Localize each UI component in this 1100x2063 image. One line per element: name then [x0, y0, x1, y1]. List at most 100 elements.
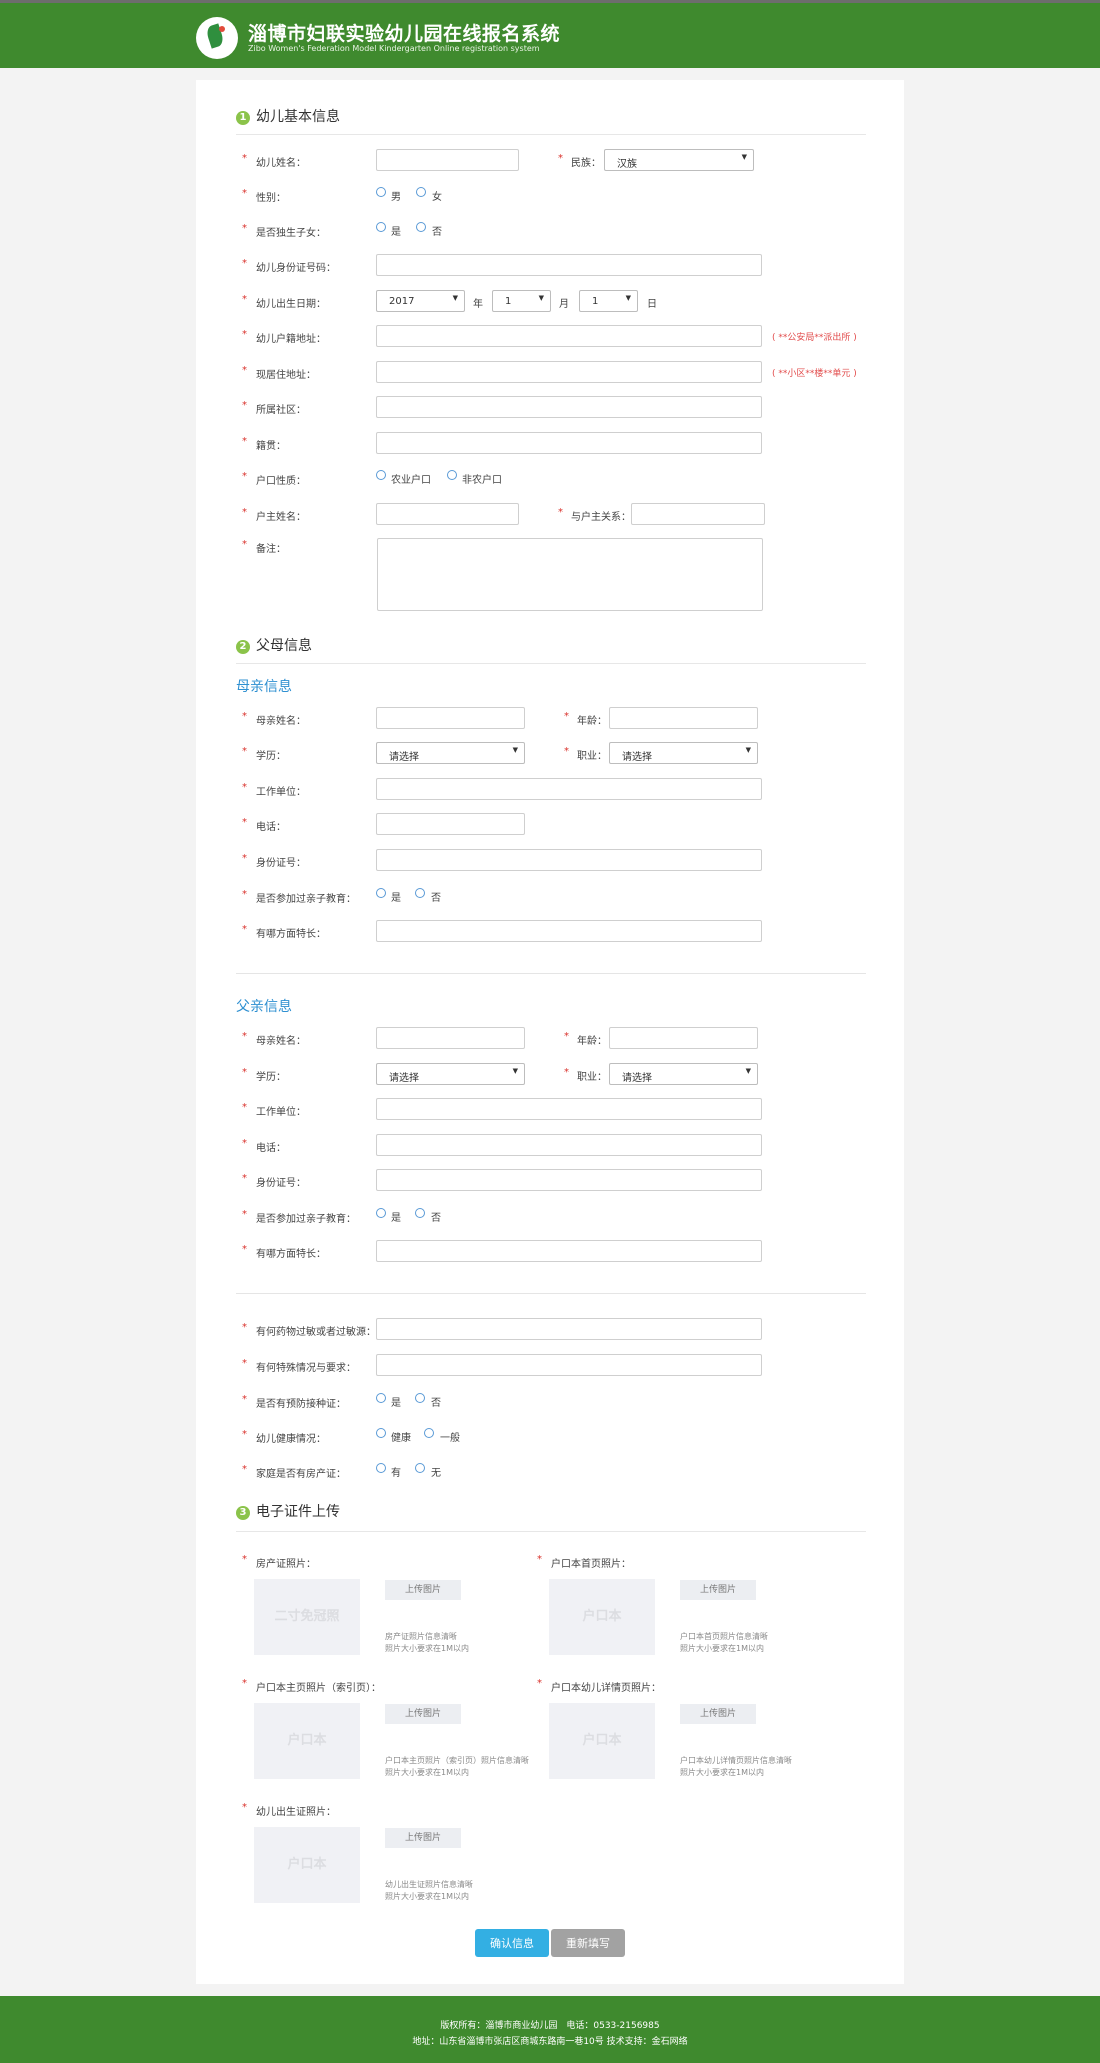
allergy-input[interactable]: [376, 1318, 762, 1340]
father-work-input[interactable]: [376, 1098, 762, 1120]
father-id-input[interactable]: [376, 1169, 762, 1191]
householder-label: 户主姓名：: [256, 512, 306, 523]
property-no-radio[interactable]: [415, 1463, 425, 1473]
property-yes-radio[interactable]: [376, 1463, 386, 1473]
section-title-parents: 2 父母信息: [236, 635, 312, 655]
community-label: 所属社区：: [256, 405, 306, 416]
remark-textarea[interactable]: [377, 538, 763, 611]
special-needs-input[interactable]: [376, 1354, 762, 1376]
reset-button[interactable]: 重新填写: [551, 1929, 625, 1957]
hukou-child-label: 户口本幼儿详情页照片：: [551, 1683, 661, 1694]
current-address-input[interactable]: [376, 361, 762, 383]
mother-talent-input[interactable]: [376, 920, 762, 942]
step-badge: 2: [236, 640, 250, 654]
birth-day-select[interactable]: 1 ▼: [579, 290, 638, 312]
row-mother-name: * 母亲姓名： * 年龄：: [196, 707, 904, 731]
row-property: * 家庭是否有房产证： 有 无: [242, 1463, 441, 1480]
father-talent-input[interactable]: [376, 1240, 762, 1262]
row-mother-talent: * 有哪方面特长：: [196, 920, 904, 944]
relation-input[interactable]: [631, 503, 765, 525]
health-normal-radio[interactable]: [424, 1428, 434, 1438]
health-good-radio[interactable]: [376, 1428, 386, 1438]
child-name-input[interactable]: [376, 149, 519, 171]
mother-course-yes-radio[interactable]: [376, 888, 386, 898]
vaccine-yes-radio[interactable]: [376, 1393, 386, 1403]
mother-phone-input[interactable]: [376, 813, 525, 835]
birth-cert-note: 幼儿出生证照片信息清晰 照片大小要求在1M以内: [385, 1880, 473, 1901]
hukou-type-label: 户口性质：: [256, 476, 306, 487]
hukou-address-input[interactable]: [376, 325, 762, 347]
caret-down-icon: ▼: [745, 746, 751, 754]
hukou-agri-radio[interactable]: [376, 470, 386, 480]
birth-month-select[interactable]: 1 ▼: [492, 290, 551, 312]
row-hukou-type: * 户口性质： 农业户口 非农户口: [242, 470, 502, 487]
father-name-input[interactable]: [376, 1027, 525, 1049]
father-edu-select[interactable]: 请选择 ▼: [376, 1063, 525, 1085]
householder-input[interactable]: [376, 503, 519, 525]
father-course-yes-radio[interactable]: [376, 1208, 386, 1218]
gender-male-radio[interactable]: [376, 187, 386, 197]
hukou-nonagri-radio[interactable]: [447, 470, 457, 480]
section-rule: [236, 1531, 866, 1532]
only-child-no-radio[interactable]: [416, 222, 426, 232]
confirm-button[interactable]: 确认信息: [475, 1929, 549, 1957]
required-mark: *: [242, 153, 247, 164]
mother-job-select[interactable]: 请选择 ▼: [609, 742, 758, 764]
logo: [196, 17, 238, 59]
logo-dot-icon: [219, 26, 225, 32]
row-householder: * 户主姓名： * 与户主关系：: [196, 503, 904, 527]
hukou-child-preview: 户口本: [549, 1703, 655, 1779]
caret-down-icon: ▼: [452, 294, 458, 302]
hukou-main-preview: 户口本: [254, 1703, 360, 1779]
father-course-no-radio[interactable]: [415, 1208, 425, 1218]
father-age-input[interactable]: [609, 1027, 758, 1049]
birth-date-label: 幼儿出生日期：: [256, 299, 326, 310]
only-child-yes-radio[interactable]: [376, 222, 386, 232]
ethnicity-select[interactable]: 汉族 ▼: [604, 149, 754, 171]
hukou-child-upload-button[interactable]: 上传图片: [680, 1704, 756, 1724]
hukou-address-label: 幼儿户籍地址：: [256, 334, 326, 345]
birth-cert-label: 幼儿出生证照片：: [256, 1807, 336, 1818]
vaccine-no-radio[interactable]: [415, 1393, 425, 1403]
hukou-home-note: 户口本首页照片信息清晰 照片大小要求在1M以内: [680, 1632, 768, 1653]
row-child-name: * 幼儿姓名： * 民族： 汉族 ▼: [196, 149, 904, 173]
house-cert-note: 房产证照片信息清晰 照片大小要求在1M以内: [385, 1632, 469, 1653]
site-title: 淄博市妇联实验幼儿园在线报名系统: [248, 23, 561, 45]
hukou-main-label: 户口本主页照片（索引页）：: [256, 1683, 381, 1694]
mother-age-input[interactable]: [609, 707, 758, 729]
native-place-label: 籍贯：: [256, 441, 286, 452]
birth-cert-upload-button[interactable]: 上传图片: [385, 1828, 461, 1848]
birth-year-select[interactable]: 2017 ▼: [376, 290, 465, 312]
mother-work-input[interactable]: [376, 778, 762, 800]
row-father-phone: * 电话：: [196, 1134, 904, 1158]
caret-down-icon: ▼: [512, 746, 518, 754]
community-input[interactable]: [376, 396, 762, 418]
required-mark: *: [558, 153, 563, 164]
child-id-input[interactable]: [376, 254, 762, 276]
current-address-hint: ( **小区**楼**单元 ): [772, 369, 857, 379]
site-footer: 版权所有：淄博市商业幼儿园 电话：0533-2156985 地址：山东省淄博市张…: [0, 1996, 1100, 2063]
child-name-label: 幼儿姓名：: [256, 158, 306, 169]
row-community: * 所属社区：: [196, 396, 904, 420]
only-child-label: 是否独生子女：: [256, 228, 326, 239]
house-cert-upload-button[interactable]: 上传图片: [385, 1580, 461, 1600]
gender-female-radio[interactable]: [416, 187, 426, 197]
mother-name-input[interactable]: [376, 707, 525, 729]
footer-copyright: 版权所有：淄博市商业幼儿园 电话：0533-2156985: [440, 2021, 660, 2031]
native-place-input[interactable]: [376, 432, 762, 454]
row-father-edu: * 学历： 请选择 ▼ * 职业： 请选择 ▼: [196, 1063, 904, 1087]
current-address-label: 现居住地址：: [256, 370, 316, 381]
mother-edu-select[interactable]: 请选择 ▼: [376, 742, 525, 764]
mother-course-no-radio[interactable]: [415, 888, 425, 898]
hukou-main-upload-button[interactable]: 上传图片: [385, 1704, 461, 1724]
father-job-select[interactable]: 请选择 ▼: [609, 1063, 758, 1085]
father-phone-input[interactable]: [376, 1134, 762, 1156]
site-header: 淄博市妇联实验幼儿园在线报名系统 Zibo Women's Federation…: [0, 0, 1100, 68]
mother-id-input[interactable]: [376, 849, 762, 871]
row-mother-edu: * 学历： 请选择 ▼ * 职业： 请选择 ▼: [196, 742, 904, 766]
row-only-child: * 是否独生子女： 是 否: [242, 222, 442, 239]
hukou-home-upload-button[interactable]: 上传图片: [680, 1580, 756, 1600]
row-father-id: * 身份证号：: [196, 1169, 904, 1193]
relation-label: 与户主关系：: [571, 512, 631, 523]
remark-label: 备注：: [256, 544, 286, 555]
